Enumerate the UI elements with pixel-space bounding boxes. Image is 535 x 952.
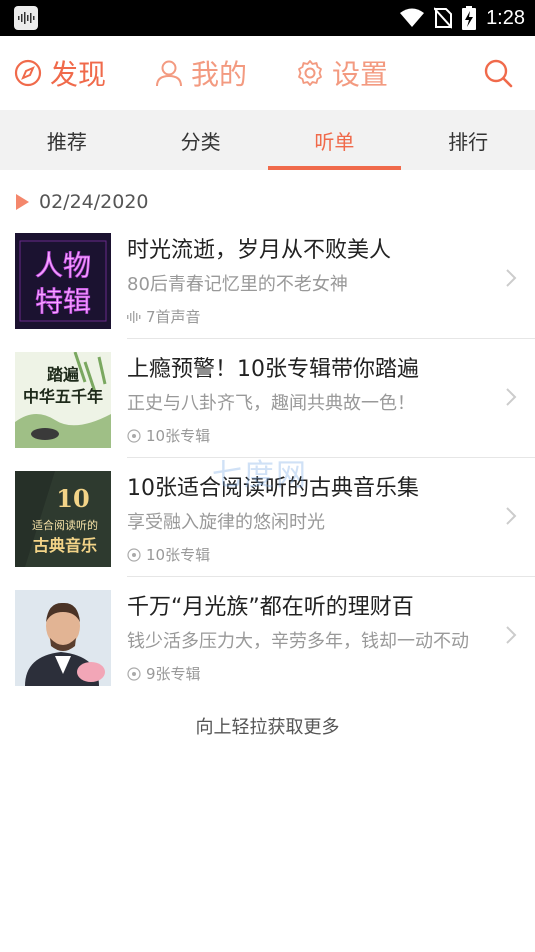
wifi-icon: [400, 8, 425, 27]
nav-discover-label: 发现: [50, 58, 107, 91]
album-icon: [127, 547, 141, 562]
nav-discover[interactable]: 发现: [14, 36, 106, 110]
compass-icon: [14, 59, 42, 87]
cover-text-line-2: 适合阅读听的: [32, 518, 98, 532]
item-subtitle: 享受融入旋律的悠闲时光: [127, 512, 325, 533]
item-title: 上瘾预警！10张专辑带你踏遍: [127, 357, 419, 382]
cover-image: 10 适合阅读听的 古典音乐: [15, 471, 111, 567]
load-more-hint[interactable]: 向上轻拉获取更多: [0, 713, 535, 739]
category-tabs: 推荐 分类 听单 排行: [0, 110, 535, 170]
clock: 1:28: [486, 6, 525, 29]
tab-playlist[interactable]: 听单: [267, 110, 402, 170]
tab-category[interactable]: 分类: [134, 110, 268, 170]
item-subtitle: 正史与八卦齐飞，趣闻共典故一色！: [127, 393, 415, 414]
no-sim-icon: [434, 7, 453, 29]
search-button[interactable]: [483, 58, 513, 92]
cover-text-line-1: 踏遍: [47, 365, 80, 384]
item-title: 时光流逝，岁月从不败美人: [127, 238, 392, 263]
app-notification-icon: [14, 6, 38, 30]
chevron-right-icon: [506, 626, 517, 644]
cover-image: 人物 特辑: [15, 233, 111, 329]
item-count: 10张专辑: [146, 546, 211, 564]
cover-text-line-2: 中华五千年: [23, 387, 103, 406]
item-count: 7首声音: [146, 308, 201, 326]
chevron-right-icon: [506, 269, 517, 287]
battery-charging-icon: [462, 6, 477, 30]
list-item[interactable]: 人物 特辑 时光流逝，岁月从不败美人 80后青春记忆里的不老女神 7首声音: [0, 220, 535, 339]
item-subtitle: 钱少活多压力大，辛劳多年，钱却一动不动: [127, 631, 469, 652]
tab-ranking[interactable]: 排行: [401, 110, 535, 170]
list-item[interactable]: 千万“月光族”都在听的理财百 钱少活多压力大，辛劳多年，钱却一动不动 9张专辑: [0, 577, 535, 696]
cover-text-line-3: 古典音乐: [33, 536, 97, 555]
cover-image: 踏遍 中华五千年: [15, 352, 111, 448]
item-count: 10张专辑: [146, 427, 211, 445]
user-icon: [156, 60, 182, 87]
status-bar: 1:28: [0, 0, 535, 36]
gear-icon: [298, 60, 322, 86]
chevron-right-icon: [506, 507, 517, 525]
item-count: 9张专辑: [146, 665, 201, 683]
cover-image: [15, 590, 111, 686]
date-label: 02/24/2020: [39, 191, 149, 213]
item-meta: 10张专辑: [127, 544, 210, 565]
sound-wave-icon: [127, 310, 141, 323]
nav-mine-label: 我的: [191, 58, 248, 91]
chevron-right-icon: [506, 388, 517, 406]
cover-text-line-2: 特辑: [35, 285, 91, 318]
tab-recommend[interactable]: 推荐: [0, 110, 134, 170]
nav-settings-label: 设置: [332, 58, 389, 91]
list-item[interactable]: 踏遍 中华五千年 上瘾预警！10张专辑带你踏遍 正史与八卦齐飞，趣闻共典故一色！…: [0, 339, 535, 458]
top-navigation: 发现 我的 设置: [0, 36, 535, 110]
item-meta: 7首声音: [127, 306, 201, 327]
album-icon: [127, 428, 141, 443]
item-meta: 10张专辑: [127, 425, 210, 446]
item-title: 千万“月光族”都在听的理财百: [127, 595, 414, 620]
album-icon: [127, 666, 141, 681]
item-meta: 9张专辑: [127, 663, 201, 684]
watermark: 七度网: [212, 458, 308, 493]
nav-settings[interactable]: 设置: [296, 36, 388, 110]
nav-mine[interactable]: 我的: [155, 36, 247, 110]
cover-text-line-1: 人物: [35, 249, 91, 282]
search-icon: [484, 59, 513, 88]
item-subtitle: 80后青春记忆里的不老女神: [127, 274, 348, 295]
date-header: 02/24/2020: [16, 188, 149, 216]
triangle-marker-icon: [16, 194, 29, 210]
cover-text-line-1: 10: [56, 484, 89, 513]
